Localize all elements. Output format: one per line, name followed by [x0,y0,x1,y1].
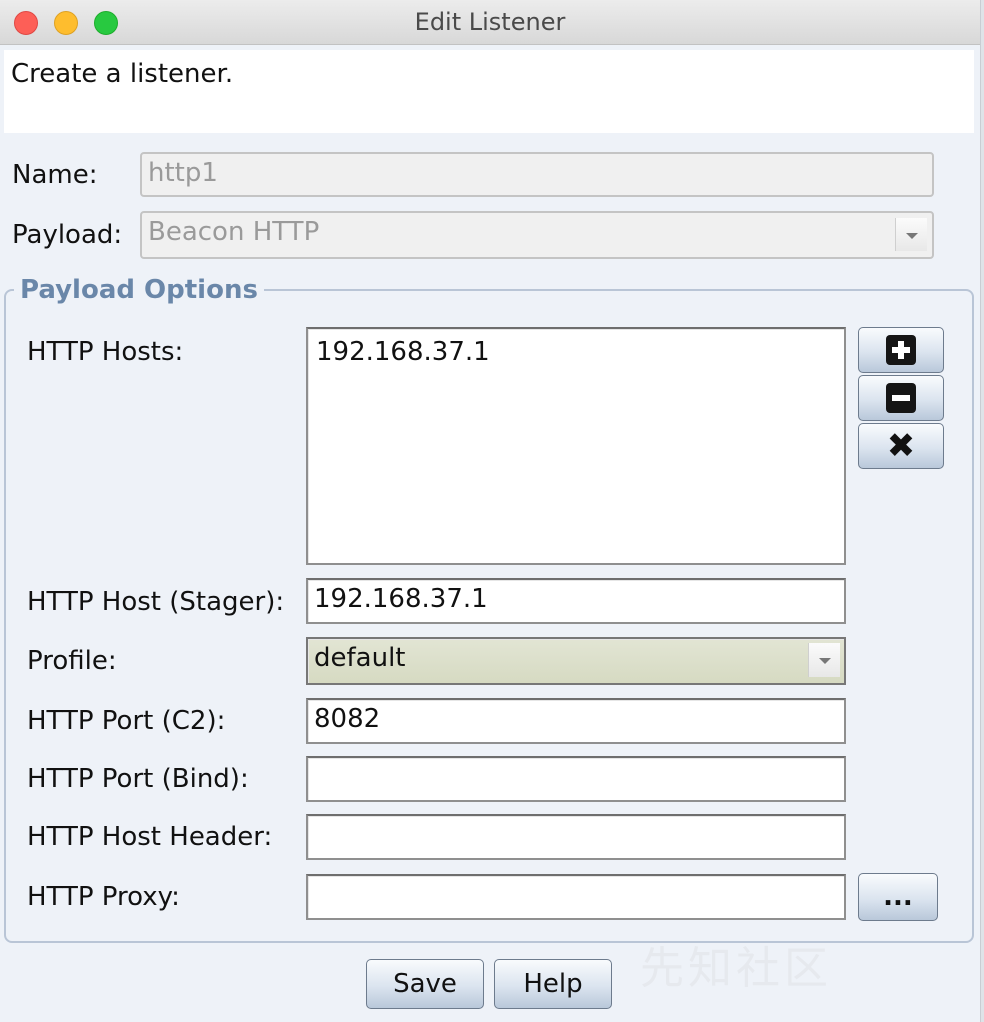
remove-icon [886,383,916,413]
port-c2-label: HTTP Port (C2): [27,706,226,736]
dropdown-arrow-icon [895,218,927,251]
title-bar: Edit Listener [0,0,980,45]
host-stager-field[interactable]: 192.168.37.1 [306,578,846,624]
list-item[interactable]: 192.168.37.1 [316,337,836,367]
http-hosts-label: HTTP Hosts: [27,337,184,367]
name-field: http1 [140,152,934,197]
help-button[interactable]: Help [494,959,612,1009]
save-button[interactable]: Save [366,959,484,1009]
host-header-field[interactable] [306,814,846,860]
profile-select[interactable]: default [306,637,846,685]
http-hosts-list[interactable]: 192.168.37.1 [306,327,846,565]
proxy-label: HTTP Proxy: [27,882,180,912]
proxy-field[interactable] [306,874,846,920]
payload-label: Payload: [12,220,123,250]
clear-icon: ✖ [886,426,916,466]
profile-label: Profile: [27,646,117,676]
profile-select-value: default [314,643,406,673]
port-c2-field[interactable]: 8082 [306,698,846,744]
remove-host-button[interactable] [858,375,944,421]
payload-options-title: Payload Options [14,275,264,305]
host-header-label: HTTP Host Header: [27,822,273,852]
payload-select-value: Beacon HTTP [148,217,320,247]
description-panel: Create a listener. [4,50,974,133]
dropdown-arrow-icon[interactable] [808,643,840,677]
add-icon [886,335,916,365]
edit-listener-window: Edit Listener Create a listener. Name: h… [0,0,981,1022]
payload-select: Beacon HTTP [140,211,934,259]
window-title: Edit Listener [414,8,566,36]
proxy-browse-button[interactable]: ... [858,873,938,921]
port-bind-label: HTTP Port (Bind): [27,764,249,794]
watermark-text: 先知社区 [640,943,832,994]
host-stager-label: HTTP Host (Stager): [27,587,285,617]
add-host-button[interactable] [858,327,944,373]
name-label: Name: [12,160,98,190]
port-bind-field[interactable] [306,756,846,802]
description-text: Create a listener. [11,59,234,89]
clear-hosts-button[interactable]: ✖ [858,423,944,469]
